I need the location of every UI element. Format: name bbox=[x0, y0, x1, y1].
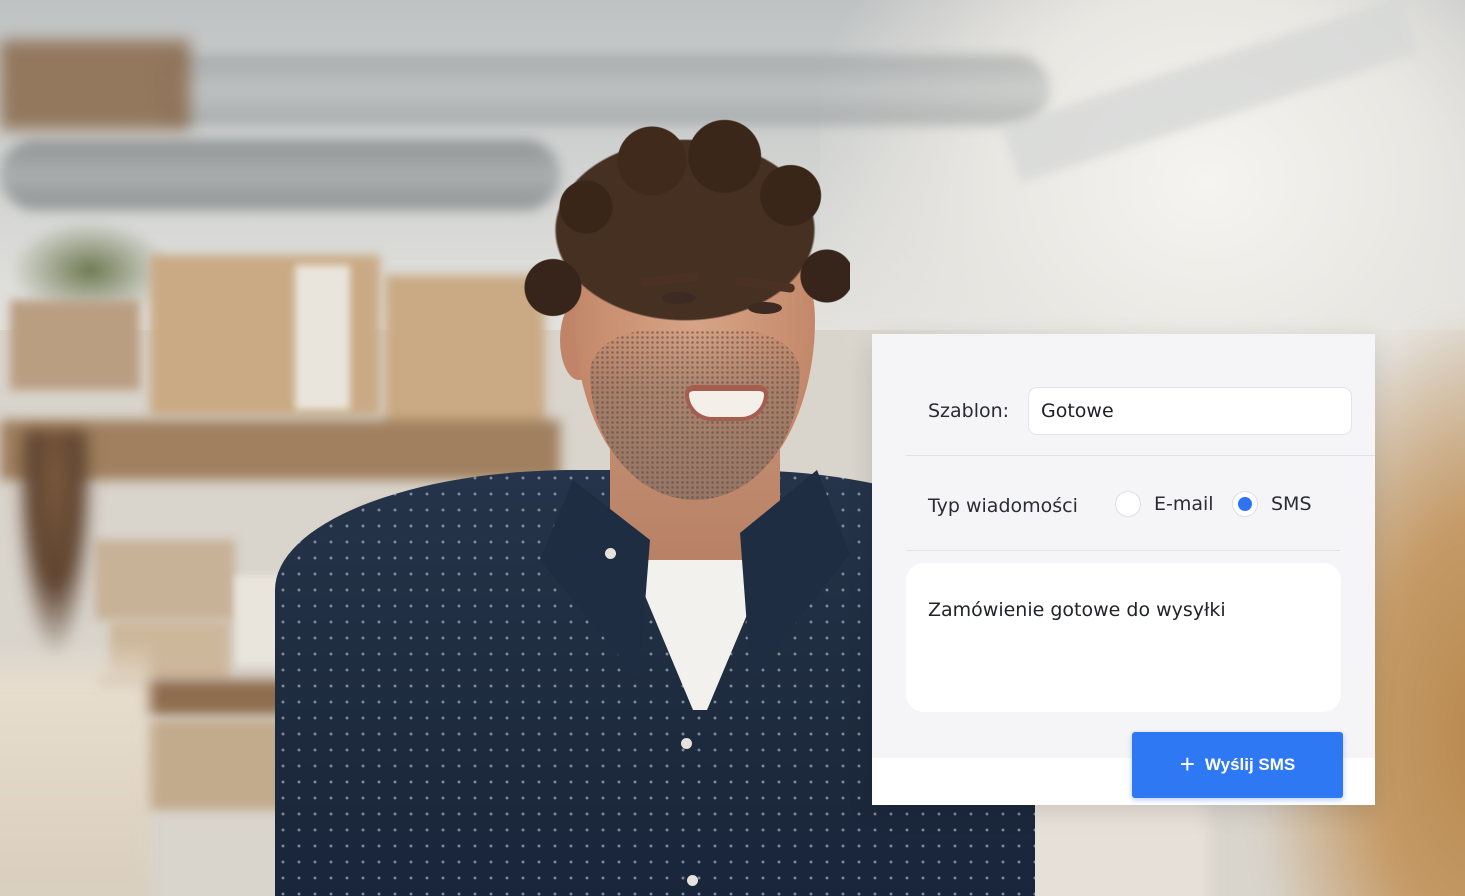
message-type-label: Typ wiadomości bbox=[928, 495, 1078, 517]
divider bbox=[906, 455, 1375, 456]
template-select[interactable]: Gotowe bbox=[1028, 387, 1352, 435]
radio-sms[interactable] bbox=[1232, 491, 1258, 517]
sms-form-card: Szablon: Gotowe Typ wiadomości E-mail SM… bbox=[872, 334, 1375, 805]
message-type-row: Typ wiadomości bbox=[928, 486, 1078, 526]
divider bbox=[906, 550, 1340, 551]
radio-email[interactable] bbox=[1115, 491, 1141, 517]
send-sms-label: Wyślij SMS bbox=[1204, 755, 1296, 774]
message-textarea[interactable]: Zamówienie gotowe do wysyłki bbox=[906, 563, 1341, 712]
radio-sms-label[interactable]: SMS bbox=[1271, 493, 1312, 515]
plus-icon: + bbox=[1179, 749, 1195, 779]
form-panel: Szablon: Gotowe Typ wiadomości E-mail SM… bbox=[872, 334, 1375, 758]
message-text: Zamówienie gotowe do wysyłki bbox=[928, 599, 1226, 621]
template-value: Gotowe bbox=[1041, 400, 1114, 422]
template-row: Szablon: bbox=[928, 386, 1009, 436]
template-label: Szablon: bbox=[928, 400, 1010, 422]
hero-scene: Szablon: Gotowe Typ wiadomości E-mail SM… bbox=[0, 0, 1465, 896]
radio-email-label[interactable]: E-mail bbox=[1154, 493, 1214, 515]
send-sms-button[interactable]: + Wyślij SMS bbox=[1132, 732, 1343, 798]
